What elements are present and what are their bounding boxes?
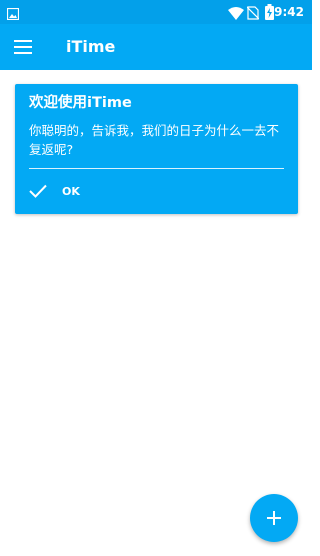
image-icon — [6, 5, 20, 24]
status-bar: 9:42 — [0, 0, 312, 24]
card-divider — [29, 168, 284, 169]
menu-button[interactable] — [10, 35, 36, 59]
welcome-card: 欢迎使用iTime 你聪明的，告诉我，我们的日子为什么一去不复返呢? OK — [15, 84, 298, 214]
no-sim-icon — [246, 5, 260, 24]
ok-button[interactable]: OK — [25, 178, 125, 206]
check-icon — [29, 183, 47, 202]
app-title: iTime — [66, 37, 116, 56]
card-title: 欢迎使用iTime — [29, 95, 132, 111]
wifi-icon — [228, 5, 244, 24]
battery-charging-icon — [265, 4, 274, 24]
add-button[interactable] — [250, 494, 298, 542]
app-bar: iTime — [0, 24, 312, 70]
ok-label: OK — [62, 185, 80, 198]
card-message: 你聪明的，告诉我，我们的日子为什么一去不复返呢? — [29, 123, 280, 157]
status-time: 9:42 — [274, 5, 304, 19]
